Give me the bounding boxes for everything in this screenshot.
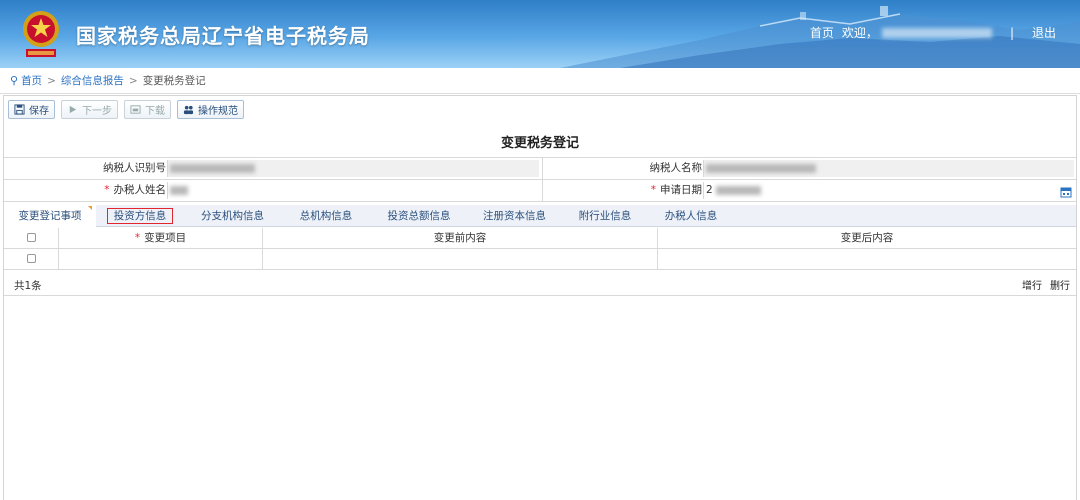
location-pin-icon: ⚲ — [10, 74, 19, 87]
tab-sub-industry-info[interactable]: 附行业信息 — [562, 205, 648, 227]
play-icon — [69, 105, 77, 114]
download-icon — [130, 105, 141, 114]
users-icon — [183, 105, 194, 115]
before-content-cell[interactable] — [263, 249, 658, 270]
required-mark: * — [650, 184, 656, 196]
breadcrumb-home[interactable]: 首页 — [21, 73, 42, 88]
table-footer: 共1条 增行 删行 — [4, 273, 1076, 296]
table-header-row: * 变更项目 变更前内容 变更后内容 — [4, 228, 1076, 249]
save-icon — [14, 104, 25, 115]
operation-guide-label: 操作规范 — [198, 106, 238, 117]
top-nav: 首页 欢迎， | 退出 — [802, 24, 1056, 41]
taxpayer-id-label: 纳税人识别号 — [103, 162, 166, 174]
required-mark: * — [104, 184, 110, 196]
delete-row-button[interactable]: 删行 — [1050, 277, 1070, 292]
col-header-change-item: * 变更项目 — [59, 228, 263, 249]
grid-divider — [542, 158, 543, 202]
tab-total-investment-info[interactable]: 投资总额信息 — [371, 205, 467, 227]
apply-date-label: * 申请日期 — [650, 184, 702, 196]
col-header-after: 变更后内容 — [840, 232, 894, 244]
next-step-button[interactable]: 下一步 — [61, 100, 118, 119]
user-name-redacted — [881, 27, 992, 38]
record-count: 共1条 — [14, 280, 42, 292]
toolbar: 保存 下一步 下载 操作规范 — [8, 100, 250, 119]
select-all-checkbox[interactable] — [26, 232, 36, 242]
next-step-label: 下一步 — [82, 106, 112, 117]
nav-welcome-text: 欢迎， — [841, 26, 878, 40]
breadcrumb-section[interactable]: 综合信息报告 — [61, 73, 124, 88]
save-button-label: 保存 — [29, 106, 49, 117]
main-content: 保存 下一步 下载 操作规范 变更税务登记 纳税人识别号 纳税人名称 * 办税人姓… — [3, 95, 1077, 500]
info-row: * 办税人姓名 * 申请日期 2 — [4, 180, 1076, 202]
nav-home-link[interactable]: 首页 — [810, 24, 834, 41]
tab-investor-info[interactable]: 投资方信息 — [96, 205, 184, 227]
tab-head-office-info[interactable]: 总机构信息 — [281, 205, 371, 227]
taxpayer-name-value — [703, 160, 1074, 177]
taxpayer-info-grid: 纳税人识别号 纳税人名称 * 办税人姓名 * 申请日期 2 — [4, 157, 1076, 202]
active-flag-icon — [88, 206, 92, 210]
tab-bar: 变更登记事项 投资方信息 分支机构信息 总机构信息 投资总额信息 注册资本信息 … — [4, 205, 1076, 227]
operation-guide-button[interactable]: 操作规范 — [177, 100, 244, 119]
row-checkbox[interactable] — [26, 253, 36, 263]
calendar-icon[interactable] — [1060, 186, 1072, 198]
tab-tax-agent-info[interactable]: 办税人信息 — [648, 205, 734, 227]
tab-change-items[interactable]: 变更登记事项 — [4, 205, 96, 227]
apply-date-input[interactable]: 2 — [703, 182, 1074, 199]
breadcrumb-current: 变更税务登记 — [142, 75, 206, 87]
info-row: 纳税人识别号 纳税人名称 — [4, 158, 1076, 180]
site-header: 国家税务总局辽宁省电子税务局 首页 欢迎， | 退出 — [0, 0, 1080, 68]
select-all-cell — [4, 228, 59, 249]
row-select-cell — [4, 249, 59, 270]
form-title: 变更税务登记 — [500, 136, 579, 151]
breadcrumb: ⚲ 首页 > 综合信息报告 > 变更税务登记 — [0, 68, 1080, 94]
change-item-cell[interactable] — [59, 249, 263, 270]
save-button[interactable]: 保存 — [8, 100, 55, 119]
add-row-button[interactable]: 增行 — [1022, 277, 1042, 292]
site-title: 国家税务总局辽宁省电子税务局 — [76, 24, 370, 48]
breadcrumb-separator: > — [47, 74, 56, 87]
download-button[interactable]: 下载 — [124, 100, 171, 119]
tab-branch-info[interactable]: 分支机构信息 — [184, 205, 281, 227]
agent-name-label: * 办税人姓名 — [104, 184, 166, 196]
download-label: 下载 — [145, 106, 165, 117]
change-items-table: * 变更项目 变更前内容 变更后内容 — [4, 228, 1076, 270]
tab-registered-capital-info[interactable]: 注册资本信息 — [467, 205, 562, 227]
taxpayer-id-value — [167, 160, 539, 177]
agent-name-input[interactable] — [167, 182, 539, 199]
required-mark: * — [134, 232, 141, 244]
table-row — [4, 249, 1076, 270]
taxpayer-name-label: 纳税人名称 — [649, 162, 703, 174]
after-content-cell[interactable] — [658, 249, 1076, 270]
nav-separator: | — [1009, 25, 1014, 40]
national-tax-emblem-icon — [23, 11, 59, 57]
breadcrumb-separator: > — [128, 74, 138, 87]
nav-logout-link[interactable]: 退出 — [1032, 24, 1056, 41]
row-actions: 增行 删行 — [1014, 277, 1070, 292]
col-header-before: 变更前内容 — [263, 228, 658, 249]
